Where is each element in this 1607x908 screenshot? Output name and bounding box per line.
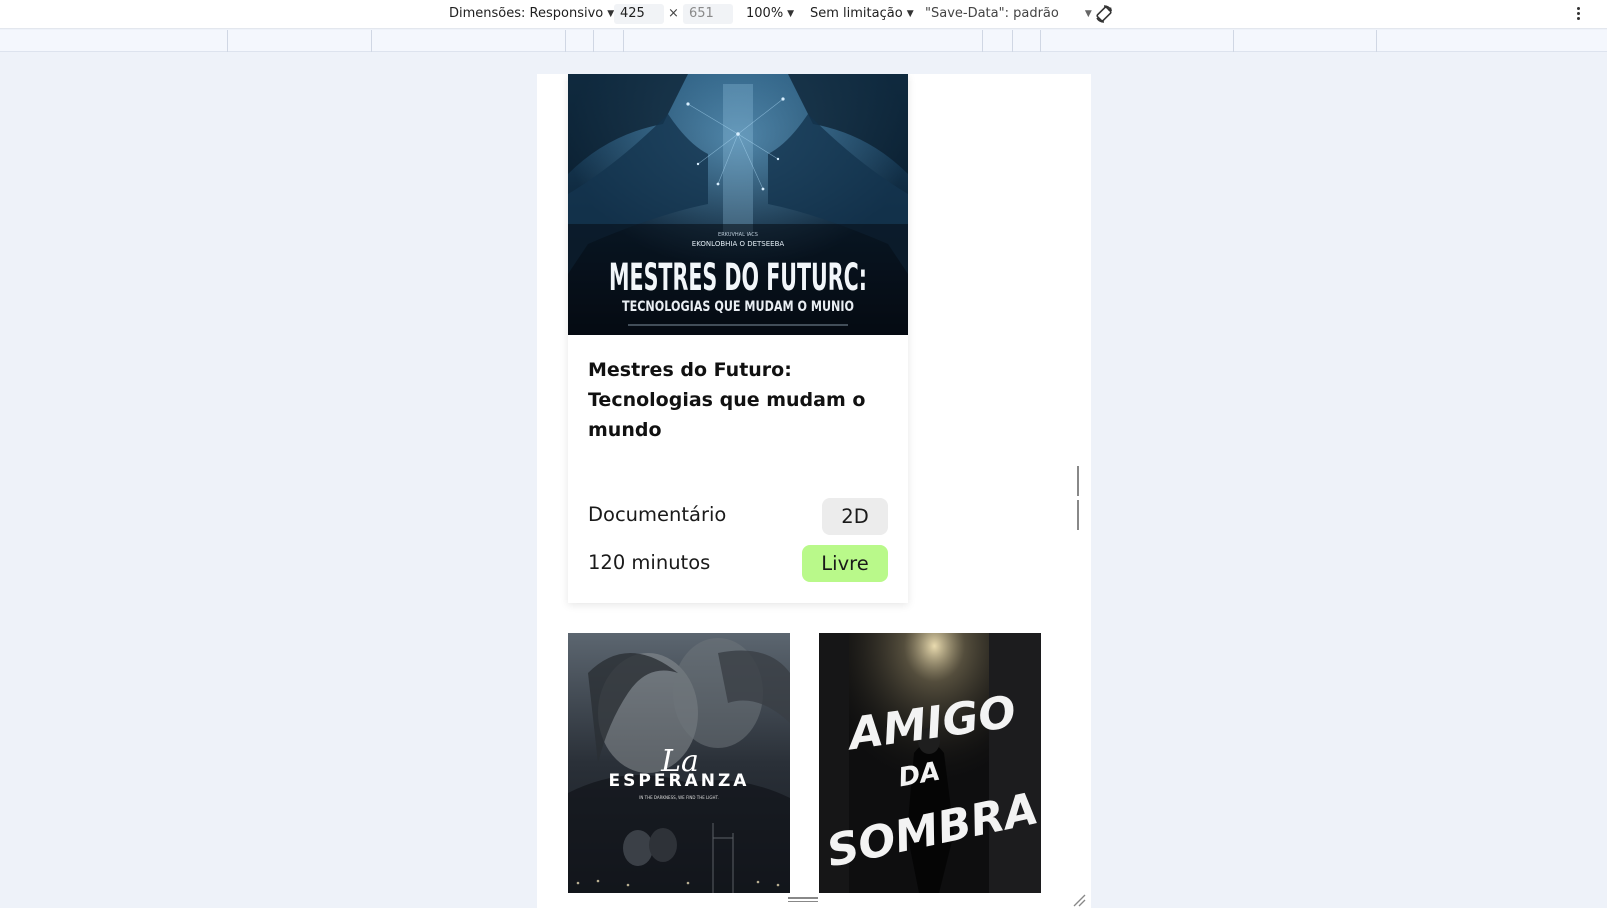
chevron-down-icon: ▼ xyxy=(1084,8,1092,19)
mq-divider[interactable] xyxy=(565,30,566,52)
resize-corner-icon[interactable] xyxy=(1072,893,1086,907)
mq-divider[interactable] xyxy=(593,30,594,52)
mq-divider[interactable] xyxy=(1012,30,1013,52)
movie-genre: Documentário xyxy=(588,503,727,526)
mq-divider[interactable] xyxy=(227,30,228,52)
dimensions-label: Dimensões: Responsivo xyxy=(449,6,604,21)
width-input[interactable]: 425 xyxy=(614,4,664,24)
device-toolbar: Dimensões: Responsivo ▼ 425 × 651 100% ▼… xyxy=(0,0,1607,29)
device-viewport: ERKUVHAL IACS EKONLOBHIA O DETSEEBA MEST… xyxy=(537,74,1091,908)
movie-card-poster[interactable]: La ESPERANZA IN THE DARKNESS, WE FIND TH… xyxy=(568,633,790,893)
movie-card-featured[interactable]: ERKUVHAL IACS EKONLOBHIA O DETSEEBA MEST… xyxy=(568,74,908,603)
format-badge: 2D xyxy=(822,498,888,535)
poster-credit: ERKUVHAL IACS xyxy=(718,232,758,238)
movie-poster: ERKUVHAL IACS EKONLOBHIA O DETSEEBA MEST… xyxy=(568,74,908,335)
dimensions-dropdown[interactable]: Dimensões: Responsivo ▼ xyxy=(449,6,614,21)
resize-handle-right[interactable] xyxy=(1077,466,1083,530)
height-input[interactable]: 651 xyxy=(683,4,733,24)
save-data-label: "Save-Data": padrão xyxy=(925,6,1059,21)
chevron-down-icon: ▼ xyxy=(787,8,795,19)
movie-card-poster[interactable]: AMIGO DA SOMBRA xyxy=(819,633,1041,893)
mq-divider[interactable] xyxy=(1040,30,1041,52)
poster-tagline: IN THE DARKNESS, WE FIND THE LIGHT. xyxy=(639,795,719,800)
resize-handle-bottom[interactable] xyxy=(788,897,818,903)
rotate-icon[interactable] xyxy=(1094,4,1114,24)
movie-duration: 120 minutos xyxy=(588,551,711,574)
poster-subtitle: TECNOLOGIAS QUE MUDAM O MUNIO xyxy=(622,299,854,315)
mq-divider[interactable] xyxy=(623,30,624,52)
mq-divider[interactable] xyxy=(1376,30,1377,52)
throttle-label: Sem limitação xyxy=(810,6,903,21)
save-data-dropdown[interactable]: "Save-Data": padrão ▼ xyxy=(925,6,1092,21)
rating-badge: Livre xyxy=(802,545,888,582)
poster-title: MESTRES DO FUTURC: xyxy=(609,256,867,299)
times-separator: × xyxy=(668,6,679,21)
poster-tagline: EKONLOBHIA O DETSEEBA xyxy=(692,240,785,248)
zoom-dropdown[interactable]: 100% ▼ xyxy=(746,6,794,21)
mq-divider[interactable] xyxy=(982,30,983,52)
throttle-dropdown[interactable]: Sem limitação ▼ xyxy=(810,6,914,21)
media-query-bar xyxy=(0,30,1607,52)
mq-divider[interactable] xyxy=(1233,30,1234,52)
movie-title: Mestres do Futuro: Tecnologias que mudam… xyxy=(588,359,866,441)
zoom-label: 100% xyxy=(746,6,784,21)
chevron-down-icon: ▼ xyxy=(906,8,914,19)
poster-title: ESPERANZA xyxy=(609,771,750,791)
mq-divider[interactable] xyxy=(371,30,372,52)
more-options-icon[interactable] xyxy=(1575,5,1581,23)
